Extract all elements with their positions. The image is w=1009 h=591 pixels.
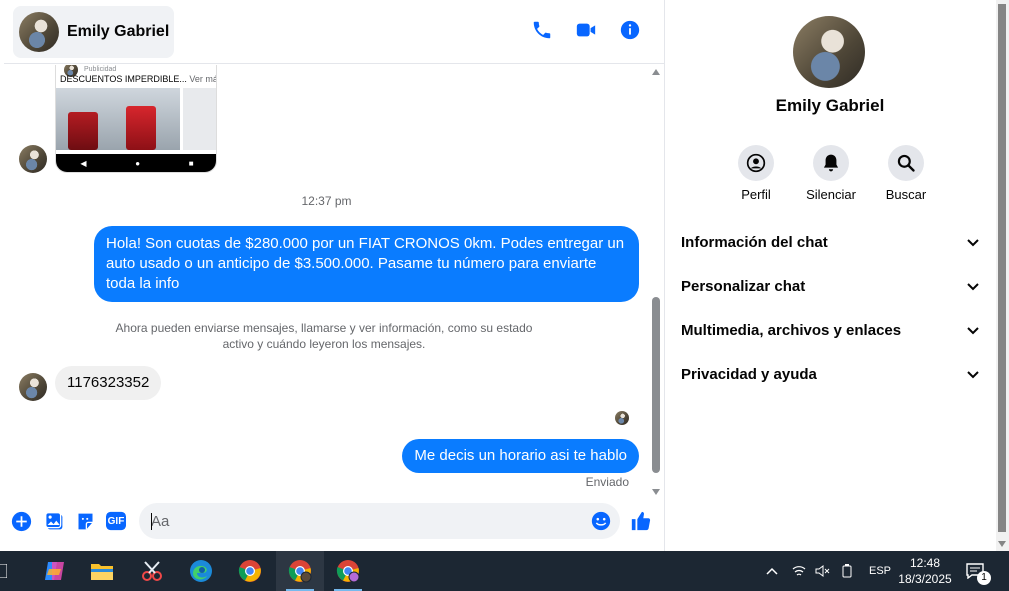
chat-header: Emily Gabriel	[4, 0, 664, 64]
language-indicator[interactable]: ESP	[869, 565, 891, 577]
clock-date: 18/3/2025	[898, 572, 952, 586]
profile-button[interactable]: Perfil	[726, 145, 786, 202]
gif-label: GIF	[107, 515, 125, 527]
message-bubble-outgoing[interactable]: Me decis un horario asi te hablo	[402, 439, 639, 473]
recents-nav-icon: ■	[188, 158, 194, 168]
chat-column: Emily Gabriel Publicidad DESCUENTOS IMPE…	[4, 0, 665, 551]
chevron-down-icon	[967, 239, 979, 247]
chrome-icon[interactable]	[226, 551, 274, 591]
message-bubble-incoming[interactable]: 1176323352	[55, 366, 162, 400]
task-view-icon[interactable]	[0, 551, 18, 591]
page-scrollbar[interactable]	[996, 0, 1009, 551]
gif-icon[interactable]: GIF	[105, 510, 127, 532]
chat-details-panel: Emily Gabriel Perfil Silenciar Buscar In…	[666, 0, 994, 551]
section-label: Información del chat	[681, 233, 828, 251]
contact-avatar	[19, 373, 47, 401]
section-label: Multimedia, archivos y enlaces	[681, 321, 902, 339]
message-scrollbar[interactable]	[650, 69, 662, 495]
phone-icon[interactable]	[530, 18, 554, 42]
messenger-window: Emily Gabriel Publicidad DESCUENTOS IMPE…	[0, 0, 1009, 551]
notification-count-badge: 1	[977, 571, 991, 585]
scroll-thumb[interactable]	[652, 297, 660, 473]
chevron-down-icon	[967, 327, 979, 335]
page-scroll-thumb[interactable]	[998, 4, 1006, 532]
phone-nav-bar: ◀ ● ■	[56, 154, 216, 172]
taskbar-clock[interactable]: 12:48 18/3/2025	[895, 555, 955, 587]
battery-icon[interactable]	[835, 564, 859, 578]
ad-product-image	[56, 88, 180, 150]
profile-icon	[738, 145, 774, 181]
message-status: Enviado	[585, 475, 629, 489]
message-timestamp: 12:37 pm	[301, 194, 352, 208]
section-chat-info[interactable]: Información del chat	[681, 220, 981, 264]
home-nav-icon: ●	[135, 158, 141, 168]
emoji-icon[interactable]	[590, 510, 612, 532]
sticker-icon[interactable]	[74, 510, 96, 532]
section-label: Privacidad y ayuda	[681, 365, 817, 383]
windows-taskbar: ESP 12:48 18/3/2025 1	[0, 551, 1009, 591]
message-input[interactable]	[151, 503, 581, 539]
bell-icon	[813, 145, 849, 181]
wifi-icon[interactable]	[787, 565, 811, 577]
read-receipt-avatar	[615, 411, 629, 425]
chevron-down-icon	[967, 371, 979, 379]
like-icon[interactable]	[630, 510, 652, 532]
ad-see-more[interactable]: Ver más	[189, 74, 216, 84]
contact-header-button[interactable]: Emily Gabriel	[13, 6, 174, 58]
contact-avatar	[19, 12, 59, 52]
text-caret	[151, 513, 152, 530]
ad-preview-card[interactable]: Publicidad DESCUENTOS IMPERDIBLE... Ver …	[55, 65, 217, 173]
chrome-profile-icon[interactable]	[324, 551, 372, 591]
contact-avatar	[19, 145, 47, 173]
file-explorer-icon[interactable]	[78, 551, 126, 591]
details-sections: Información del chat Personalizar chat M…	[681, 220, 981, 396]
system-tray: ESP	[763, 551, 891, 591]
mute-label: Silenciar	[806, 187, 856, 202]
system-notice: Ahora pueden enviarse mensajes, llamarse…	[115, 321, 533, 351]
header-actions	[530, 18, 642, 42]
chrome-profile-icon[interactable]	[276, 551, 324, 591]
search-button[interactable]: Buscar	[876, 145, 936, 202]
volume-muted-icon[interactable]	[811, 565, 835, 577]
copilot-icon[interactable]	[30, 551, 78, 591]
section-customize-chat[interactable]: Personalizar chat	[681, 264, 981, 308]
scroll-up-arrow[interactable]	[652, 69, 660, 75]
plus-icon[interactable]	[10, 510, 32, 532]
edge-browser-icon[interactable]	[177, 551, 225, 591]
video-call-icon[interactable]	[574, 18, 598, 42]
snipping-tool-icon[interactable]	[128, 551, 176, 591]
chevron-up-icon[interactable]	[763, 567, 781, 575]
contact-name: Emily Gabriel	[67, 23, 170, 40]
image-icon[interactable]	[43, 510, 65, 532]
perfume-bottle	[126, 106, 156, 150]
page-scroll-down-arrow[interactable]	[998, 541, 1006, 547]
chevron-down-icon	[967, 283, 979, 291]
section-label: Personalizar chat	[681, 277, 806, 295]
message-bubble-outgoing[interactable]: Hola! Son cuotas de $280.000 por un FIAT…	[94, 226, 639, 302]
ad-product-image	[183, 88, 216, 150]
profile-actions: Perfil Silenciar Buscar	[726, 145, 936, 202]
section-privacy-help[interactable]: Privacidad y ayuda	[681, 352, 981, 396]
notification-center-icon[interactable]	[955, 551, 995, 591]
search-icon	[888, 145, 924, 181]
clock-time: 12:48	[909, 556, 941, 570]
search-label: Buscar	[885, 187, 927, 202]
profile-name: Emily Gabriel	[775, 96, 885, 115]
profile-label: Perfil	[741, 187, 771, 202]
perfume-bottle	[68, 112, 98, 150]
ad-sponsored-label: Publicidad	[84, 66, 117, 73]
message-input-wrapper[interactable]	[139, 503, 620, 539]
info-icon[interactable]	[618, 18, 642, 42]
ad-title: DESCUENTOS IMPERDIBLE... Ver más	[60, 74, 216, 84]
mute-button[interactable]: Silenciar	[801, 145, 861, 202]
section-media-files-links[interactable]: Multimedia, archivos y enlaces	[681, 308, 981, 352]
back-nav-icon: ◀	[80, 158, 87, 168]
profile-avatar[interactable]	[793, 16, 865, 88]
message-list[interactable]: Publicidad DESCUENTOS IMPERDIBLE... Ver …	[4, 65, 664, 495]
message-composer: GIF	[4, 495, 664, 551]
